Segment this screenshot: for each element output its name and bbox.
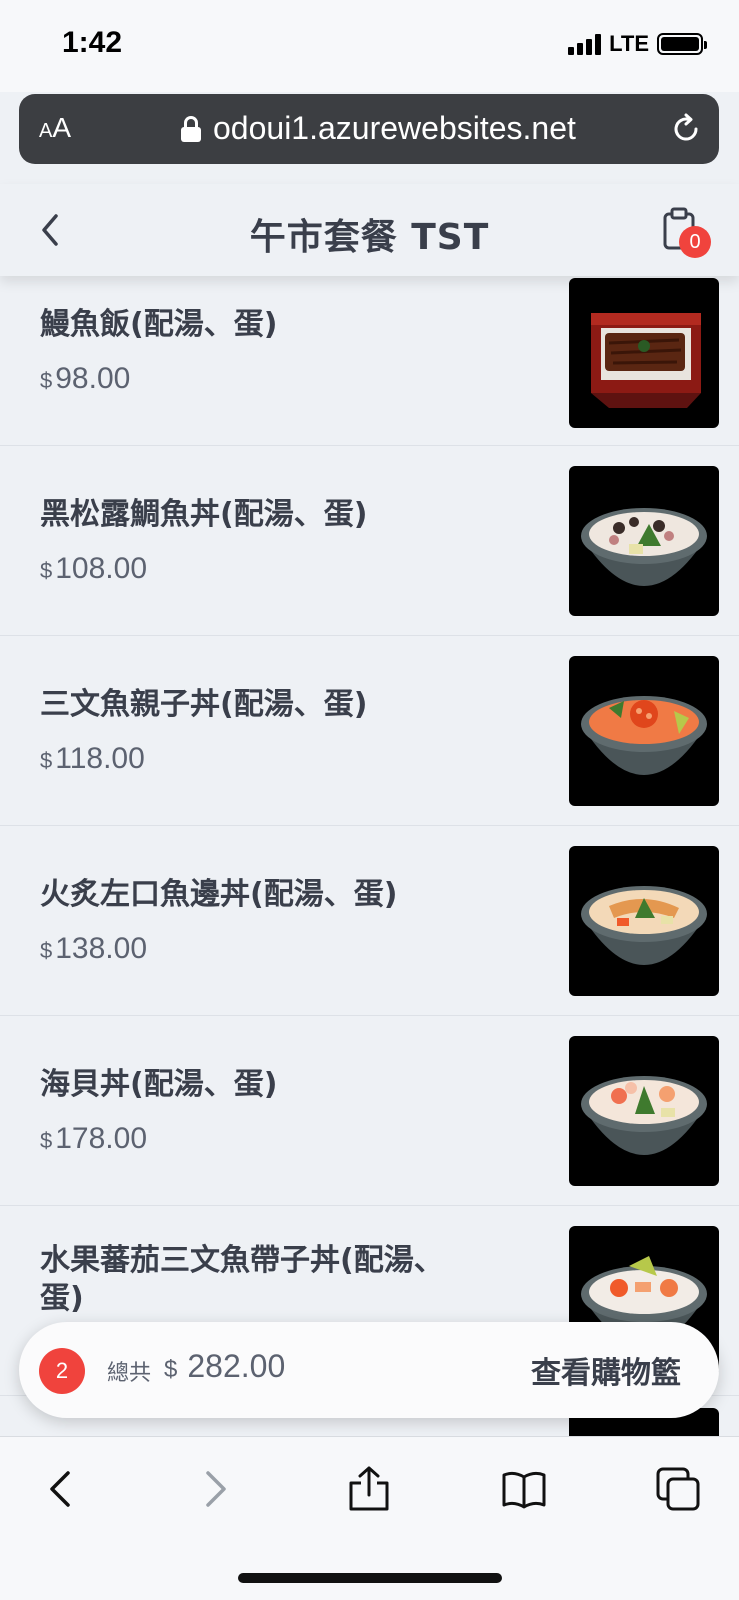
menu-item[interactable]: 海貝丼(配湯、蛋) $178.00 — [0, 1016, 739, 1206]
menu-item[interactable]: 黑松露鯛魚丼(配湯、蛋) $108.00 — [0, 446, 739, 636]
address-bar[interactable]: AA odoui1.azurewebsites.net — [19, 94, 719, 164]
tabs-icon[interactable] — [654, 1465, 702, 1513]
back-arrow-icon[interactable] — [38, 1465, 86, 1513]
cart-item-count-badge: 2 — [39, 1348, 85, 1394]
app-header: 午市套餐 TST 0 — [0, 184, 739, 276]
item-name: 黑松露鯛魚丼(配湯、蛋) — [40, 497, 368, 532]
status-time: 1:42 — [62, 26, 123, 59]
item-image-shellfish-bowl[interactable] — [569, 1036, 719, 1186]
bookmarks-icon[interactable] — [500, 1465, 548, 1513]
signal-icon — [568, 33, 602, 55]
item-name: 海貝丼(配湯、蛋) — [40, 1067, 278, 1102]
battery-icon — [657, 33, 707, 55]
page-title: 午市套餐 TST — [249, 217, 490, 258]
item-name: 鰻魚飯(配湯、蛋) — [40, 307, 278, 342]
item-price: $108.00 — [40, 552, 148, 585]
item-price: $118.00 — [40, 742, 145, 775]
status-indicators: LTE — [568, 31, 707, 57]
url-display[interactable]: odoui1.azurewebsites.net — [181, 110, 576, 147]
item-image-eel-rice-box[interactable] — [569, 278, 719, 428]
item-price: $178.00 — [40, 1122, 148, 1155]
menu-item[interactable]: 三文魚親子丼(配湯、蛋) $118.00 — [0, 636, 739, 826]
share-icon[interactable] — [345, 1465, 393, 1513]
cart-summary-bar[interactable]: 2 總共 $282.00 查看購物籃 — [19, 1322, 719, 1418]
cart-button[interactable]: 0 — [659, 206, 711, 258]
status-bar: 1:42 LTE — [0, 0, 739, 92]
item-image-truffle-sea-bream-bowl[interactable] — [569, 466, 719, 616]
item-name: 三文魚親子丼(配湯、蛋) — [40, 687, 368, 722]
item-image-seared-flounder-bowl[interactable] — [569, 846, 719, 996]
item-image-salmon-roe-bowl[interactable] — [569, 656, 719, 806]
lock-icon — [181, 115, 201, 142]
cart-count-badge: 0 — [679, 226, 711, 258]
item-name: 水果蕃茄三文魚帶子丼(配湯、蛋) — [40, 1243, 444, 1316]
forward-arrow-icon — [206, 1471, 226, 1507]
menu-list: 鰻魚飯(配湯、蛋) $98.00 黑松露鯛魚丼(配湯、蛋) $108.00 三文… — [0, 276, 739, 1436]
menu-item[interactable]: 火炙左口魚邊丼(配湯、蛋) $138.00 — [0, 826, 739, 1016]
total-amount: $282.00 — [164, 1348, 286, 1384]
url-text: odoui1.azurewebsites.net — [213, 110, 576, 146]
item-price: $138.00 — [40, 932, 148, 965]
view-cart-button[interactable]: 查看購物籃 — [531, 1348, 681, 1392]
text-size-button[interactable]: AA — [39, 112, 71, 144]
browser-toolbar — [0, 1436, 739, 1600]
reload-icon[interactable] — [669, 112, 703, 146]
home-indicator — [238, 1573, 502, 1583]
item-price: $98.00 — [40, 362, 131, 395]
total-label: 總共 — [107, 1361, 152, 1386]
network-label: LTE — [609, 31, 649, 56]
item-name: 火炙左口魚邊丼(配湯、蛋) — [40, 877, 398, 912]
menu-item[interactable]: 鰻魚飯(配湯、蛋) $98.00 — [0, 276, 739, 446]
